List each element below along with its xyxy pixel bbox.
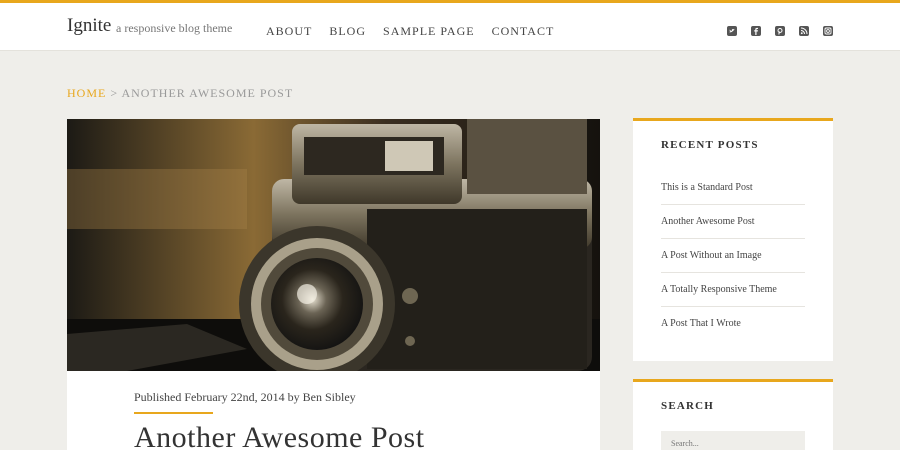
social-links (717, 22, 833, 40)
search-title: SEARCH (661, 400, 715, 412)
breadcrumb-separator: > (106, 86, 122, 100)
site-header: Ignite a responsive blog theme ABOUT BLO… (0, 0, 900, 51)
twitter-icon[interactable] (727, 26, 737, 37)
camera-photo (67, 119, 600, 371)
nav-about[interactable]: ABOUT (266, 24, 312, 39)
post-meta: Published February 22nd, 2014 by Ben Sib… (134, 390, 356, 404)
recent-posts-widget: RECENT POSTS This is a Standard Post Ano… (633, 118, 833, 361)
recent-post-link[interactable]: A Totally Responsive Theme (661, 273, 805, 307)
search-widget: SEARCH (633, 379, 833, 450)
search-input[interactable] (661, 431, 805, 450)
main-nav: ABOUT BLOG SAMPLE PAGE CONTACT (266, 22, 567, 40)
instagram-icon[interactable] (823, 26, 833, 37)
site-title[interactable]: Ignite (67, 15, 111, 37)
breadcrumb-home[interactable]: HOME (67, 86, 106, 100)
post-title: Another Awesome Post (134, 421, 425, 450)
meta-divider (134, 412, 213, 414)
recent-post-link[interactable]: This is a Standard Post (661, 171, 805, 205)
pinterest-icon[interactable] (775, 26, 785, 37)
nav-blog[interactable]: BLOG (329, 24, 366, 39)
rss-icon[interactable] (799, 26, 809, 37)
recent-posts-title: RECENT POSTS (661, 139, 759, 151)
post-card: Published February 22nd, 2014 by Ben Sib… (67, 371, 600, 450)
recent-posts-list: This is a Standard Post Another Awesome … (661, 171, 805, 341)
nav-contact[interactable]: CONTACT (492, 24, 555, 39)
featured-image (67, 119, 600, 371)
recent-post-link[interactable]: A Post Without an Image (661, 239, 805, 273)
recent-post-link[interactable]: A Post That I Wrote (661, 307, 805, 341)
facebook-icon[interactable] (751, 26, 761, 37)
recent-post-link[interactable]: Another Awesome Post (661, 205, 805, 239)
nav-sample-page[interactable]: SAMPLE PAGE (383, 24, 475, 39)
breadcrumb-current: ANOTHER AWESOME POST (121, 86, 294, 100)
breadcrumb: HOME > ANOTHER AWESOME POST (67, 86, 293, 101)
site-tagline: a responsive blog theme (116, 21, 233, 35)
